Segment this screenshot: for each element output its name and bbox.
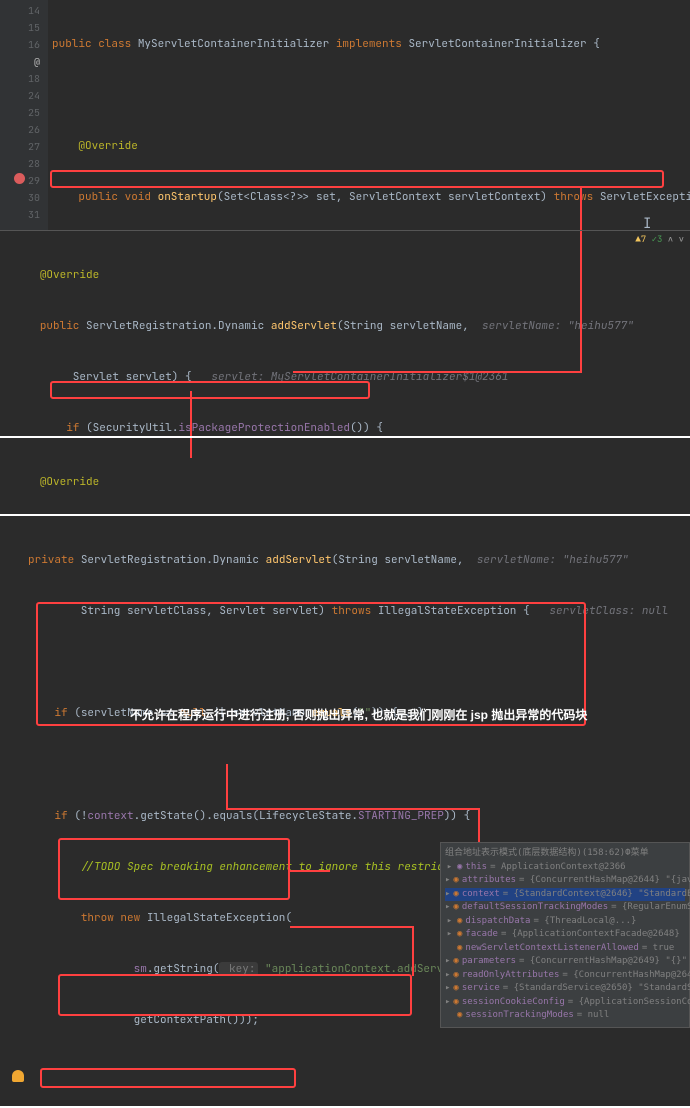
breakpoint-icon[interactable] <box>14 173 25 184</box>
debug-row[interactable]: ◉sessionTrackingModes= null <box>445 1009 685 1023</box>
debug-row[interactable]: ▸◉this= ApplicationContext@2366 <box>445 861 685 875</box>
code-panel-4[interactable]: private ServletRegistration.Dynamic addS… <box>0 516 690 1106</box>
debug-row[interactable]: ◉newServletContextListenerAllowed= true <box>445 942 685 956</box>
debug-row[interactable]: ▸◉service= {StandardService@2650} "Stand… <box>445 982 685 996</box>
debug-row[interactable]: ▸◉attributes= {ConcurrentHashMap@2644} "… <box>445 874 685 888</box>
gutter: 14 15 16 @ 18 24 25 26 27 28 29 30 31 <box>0 0 48 230</box>
inspection-status[interactable]: ▲7 ✓3 ∧ ∨ <box>635 233 684 247</box>
intention-bulb-icon[interactable] <box>12 1070 24 1082</box>
debug-row[interactable]: ▸◉context= {StandardContext@2646} "Stand… <box>445 888 685 902</box>
debug-row[interactable]: ▸◉defaultSessionTrackingModes= {RegularE… <box>445 901 685 915</box>
debug-row[interactable]: ▸◉dispatchData= {ThreadLocal@...} <box>445 915 685 929</box>
check-icon: ✓3 <box>652 233 663 245</box>
code-panel-1[interactable]: 14 15 16 @ 18 24 25 26 27 28 29 30 31 pu… <box>0 0 690 230</box>
debug-row[interactable]: ▸◉sessionCookieConfig= {ApplicationSessi… <box>445 996 685 1010</box>
debug-row[interactable]: ▸◉parameters= {ConcurrentHashMap@2649} "… <box>445 955 685 969</box>
popup-title: 组合地址表示模式(底层数据结构)(158:62)Ф菜单 <box>445 847 685 861</box>
text-cursor-icon: I <box>643 214 651 230</box>
debug-row[interactable]: ▸◉readOnlyAttributes= {ConcurrentHashMap… <box>445 969 685 983</box>
warning-icon: ▲7 <box>635 233 646 245</box>
debug-variables-popup[interactable]: 组合地址表示模式(底层数据结构)(158:62)Ф菜单 ▸◉this= Appl… <box>440 842 690 1028</box>
debug-row[interactable]: ▸◉facade= {ApplicationContextFacade@2648… <box>445 928 685 942</box>
code-panel-2[interactable]: ▲7 ✓3 ∧ ∨ @Override public ServletRegist… <box>0 230 690 436</box>
code-panel-3[interactable]: @Override public ServletRegistration.Dyn… <box>0 438 690 514</box>
